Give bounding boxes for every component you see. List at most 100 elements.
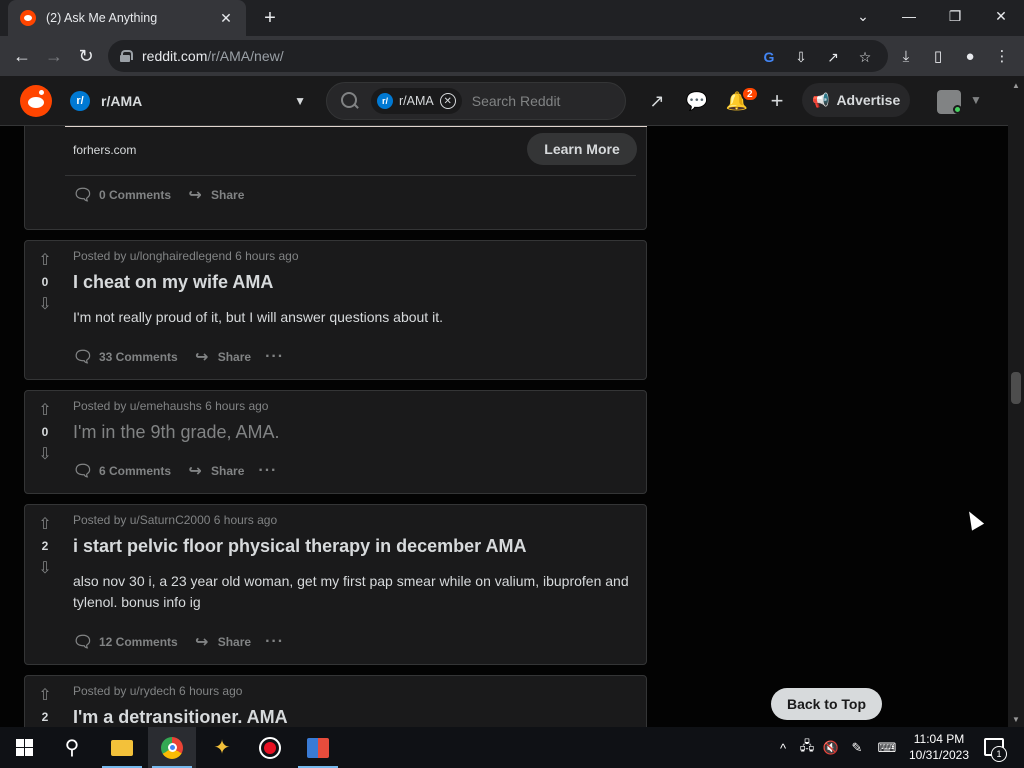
back-to-top-button[interactable]: Back to Top	[771, 688, 882, 720]
upvote-icon[interactable]: ⇧	[34, 399, 56, 421]
upvote-icon[interactable]: ⇧	[34, 249, 56, 271]
search-input[interactable]	[471, 93, 592, 109]
side-panel-icon[interactable]: ▯	[928, 46, 948, 66]
downvote-icon[interactable]: ⇩	[34, 293, 56, 315]
post-title[interactable]: I'm in the 9th grade, AMA.	[73, 422, 636, 443]
system-clock[interactable]: 11:04 PM 10/31/2023	[906, 731, 972, 763]
search-scope-chip: r/ r/AMA ✕	[371, 88, 462, 114]
ad-image	[65, 126, 647, 127]
comments-button[interactable]: 🗨 0 Comments	[73, 185, 171, 205]
more-options-icon[interactable]: ···	[265, 348, 284, 366]
post-meta[interactable]: Posted by u/SaturnC2000 6 hours ago	[73, 513, 636, 527]
close-tab-icon[interactable]: ✕	[218, 10, 234, 26]
minimize-button[interactable]: —	[886, 0, 932, 32]
subreddit-picker[interactable]: r/ r/AMA ▼	[70, 85, 306, 117]
post-meta[interactable]: Posted by u/emehaushs 6 hours ago	[73, 399, 636, 413]
share-page-icon[interactable]: ↗	[824, 48, 842, 66]
clock-time: 11:04 PM	[913, 732, 965, 746]
vote-column: ⇧ 2	[25, 676, 65, 727]
comments-count: 33 Comments	[99, 350, 178, 364]
comments-count: 12 Comments	[99, 635, 178, 649]
post-card[interactable]: ⇧ 2 ⇩ Posted by u/SaturnC2000 6 hours ag…	[24, 504, 647, 665]
restore-button[interactable]: ❐	[932, 0, 978, 32]
back-icon[interactable]: ←	[8, 42, 36, 70]
advertise-button[interactable]: 📢 Advertise	[802, 83, 910, 117]
scroll-down-icon[interactable]: ▼	[1008, 712, 1024, 726]
ad-domain[interactable]: forhers.com	[73, 143, 136, 157]
post-body: I'm not really proud of it, but I will a…	[73, 309, 443, 325]
clear-chip-icon[interactable]: ✕	[439, 93, 456, 109]
comments-button[interactable]: 🗨 33 Comments	[73, 347, 178, 367]
promoted-post[interactable]: forhers.com Learn More 🗨 0 Comments ↪ Sh…	[24, 126, 647, 230]
browser-tab[interactable]: (2) Ask Me Anything ✕	[8, 0, 246, 36]
comment-icon: 🗨	[72, 634, 94, 651]
share-button[interactable]: ↪ Share	[185, 461, 244, 481]
browser-menu-icon[interactable]: ⋮	[992, 46, 1012, 66]
reload-icon[interactable]: ↻	[72, 42, 100, 70]
post-card[interactable]: ⇧ 2 Posted by u/rydech 6 hours ago I'm a…	[24, 675, 647, 727]
reddit-logo-icon[interactable]	[20, 85, 52, 117]
post-title[interactable]: I cheat on my wife AMA	[73, 272, 636, 293]
keyboard-icon[interactable]: ⌨	[878, 739, 897, 757]
post-title[interactable]: i start pelvic floor physical therapy in…	[73, 536, 636, 557]
bookmark-star-icon[interactable]: ☆	[856, 48, 874, 66]
control-panel-icon[interactable]	[294, 727, 342, 768]
forward-icon[interactable]: →	[40, 42, 68, 70]
comments-count: 6 Comments	[99, 464, 172, 478]
start-button[interactable]	[0, 727, 48, 768]
clock-date: 10/31/2023	[908, 748, 970, 762]
windows-logo-icon	[15, 739, 33, 756]
share-button[interactable]: ↪ Share	[192, 632, 251, 652]
url-text: reddit.com/r/AMA/new/	[142, 48, 284, 64]
action-center-badge: 1	[991, 746, 1007, 762]
scrollbar-thumb[interactable]	[1011, 372, 1021, 404]
downvote-icon[interactable]: ⇩	[34, 557, 56, 579]
search-taskbar-icon[interactable]: ⚲	[48, 727, 96, 768]
post-feed: forhers.com Learn More 🗨 0 Comments ↪ Sh…	[0, 126, 1008, 727]
share-button[interactable]: ↪ Share	[192, 347, 251, 367]
app-icon[interactable]: ✦	[198, 727, 246, 768]
comment-icon: 🗨	[72, 349, 94, 366]
close-window-button[interactable]: ✕	[978, 0, 1024, 32]
learn-more-button[interactable]: Learn More	[527, 133, 637, 165]
comments-button[interactable]: 🗨 6 Comments	[73, 461, 171, 481]
recorder-icon[interactable]	[246, 727, 294, 768]
profile-icon[interactable]: ●	[960, 46, 980, 66]
share-button[interactable]: ↪ Share	[185, 185, 244, 205]
show-hidden-icons-icon[interactable]: ^	[774, 739, 792, 757]
new-tab-button[interactable]: +	[258, 6, 282, 30]
popular-icon[interactable]: ↗	[646, 90, 668, 112]
post-meta[interactable]: Posted by u/rydech 6 hours ago	[73, 684, 636, 698]
comment-icon: 🗨	[72, 463, 94, 480]
search-bar[interactable]: r/ r/AMA ✕	[326, 82, 626, 120]
lock-icon	[120, 50, 133, 62]
pen-icon[interactable]: ✎	[848, 739, 866, 757]
vote-column: ⇧ 0 ⇩	[25, 241, 65, 315]
upvote-icon[interactable]: ⇧	[34, 684, 56, 706]
volume-muted-icon[interactable]: 🔇	[822, 739, 840, 757]
more-options-icon[interactable]: ···	[258, 462, 277, 480]
tab-search-icon[interactable]: ⌄	[840, 0, 886, 32]
post-card[interactable]: ⇧ 0 ⇩ Posted by u/longhairedlegend 6 hou…	[24, 240, 647, 380]
post-title[interactable]: I'm a detransitioner. AMA	[73, 707, 636, 727]
more-options-icon[interactable]: ···	[265, 633, 284, 651]
chat-icon[interactable]: 💬	[686, 90, 708, 112]
post-card[interactable]: ⇧ 0 ⇩ Posted by u/emehaushs 6 hours ago …	[24, 390, 647, 494]
upvote-icon[interactable]: ⇧	[34, 513, 56, 535]
address-bar[interactable]: reddit.com/r/AMA/new/ G ⇩ ↗ ☆	[108, 40, 888, 72]
comments-button[interactable]: 🗨 12 Comments	[73, 632, 178, 652]
comment-icon: 🗨	[72, 187, 94, 204]
share-label: Share	[217, 635, 252, 649]
google-lens-icon[interactable]: G	[760, 48, 778, 66]
file-explorer-icon[interactable]	[98, 727, 146, 768]
scroll-up-icon[interactable]: ▲	[1008, 78, 1024, 92]
post-meta[interactable]: Posted by u/longhairedlegend 6 hours ago	[73, 249, 636, 263]
downvote-icon[interactable]: ⇩	[34, 443, 56, 465]
create-post-icon[interactable]: +	[766, 88, 788, 113]
vote-count: 2	[41, 539, 49, 553]
network-icon[interactable]: 🖧	[798, 738, 816, 757]
chrome-icon[interactable]	[148, 727, 196, 768]
downloads-icon[interactable]: ⤓	[896, 46, 916, 66]
user-menu-chevron-icon[interactable]: ▼	[970, 93, 982, 107]
install-app-icon[interactable]: ⇩	[792, 48, 810, 66]
